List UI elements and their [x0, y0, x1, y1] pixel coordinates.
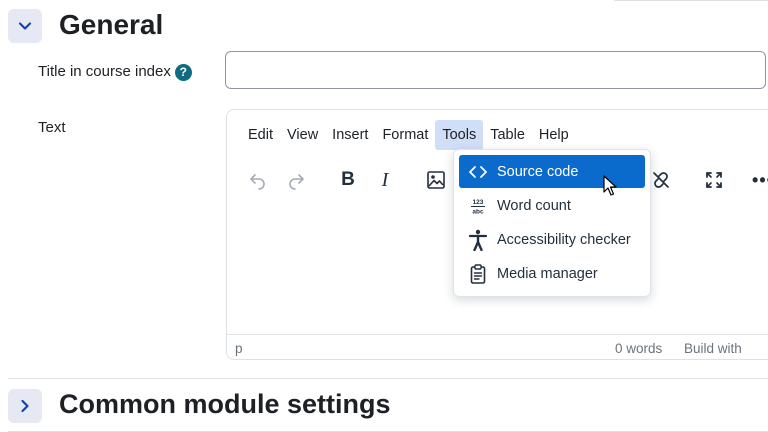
image-button[interactable]: [421, 162, 451, 198]
collapse-general-button[interactable]: [8, 9, 42, 43]
unlink-icon: [653, 172, 669, 188]
fullscreen-icon: [706, 172, 722, 188]
title-in-course-index-input[interactable]: [225, 51, 766, 89]
editor-statusbar: p 0 words Build with: [227, 334, 768, 361]
menu-help[interactable]: Help: [532, 120, 576, 150]
redo-button[interactable]: [281, 162, 311, 198]
chevron-right-icon: [21, 399, 29, 413]
tools-item-accessibility-checker[interactable]: Accessibility checker: [459, 223, 645, 256]
element-path[interactable]: p: [235, 341, 243, 356]
redo-icon: [289, 174, 304, 190]
editor-menubar: Edit View Insert Format Tools Table Help: [241, 120, 576, 150]
menu-format[interactable]: Format: [375, 120, 435, 150]
general-section-title: General: [59, 9, 164, 40]
more-tools-button[interactable]: •••: [748, 162, 768, 198]
tools-item-label: Source code: [497, 163, 579, 180]
text-field-label: Text: [38, 119, 66, 136]
tools-item-label: Word count: [497, 197, 571, 214]
word-count-status[interactable]: 0 words: [615, 341, 662, 356]
italic-button[interactable]: I: [370, 162, 400, 198]
tools-item-label: Accessibility checker: [497, 231, 631, 248]
bold-button[interactable]: B: [333, 162, 363, 198]
tools-dropdown-menu: Source code 123 abc Word count Accessibi…: [453, 149, 651, 297]
menu-insert[interactable]: Insert: [325, 120, 375, 150]
menu-edit[interactable]: Edit: [241, 120, 280, 150]
svg-text:123: 123: [473, 199, 484, 206]
fullscreen-button[interactable]: [699, 162, 729, 198]
source-code-icon: [459, 162, 497, 182]
top-divider: [614, 0, 768, 1]
menu-tools[interactable]: Tools: [435, 120, 484, 150]
title-field-label: Title in course index?: [38, 63, 192, 81]
expand-common-settings-button[interactable]: [8, 389, 42, 423]
tools-item-media-manager[interactable]: Media manager: [459, 257, 645, 290]
undo-button[interactable]: [243, 162, 273, 198]
section-divider: [8, 378, 768, 379]
svg-text:abc: abc: [472, 208, 484, 215]
menu-table[interactable]: Table: [483, 120, 532, 150]
undo-icon: [250, 174, 265, 190]
build-with-link[interactable]: Build with: [684, 341, 742, 356]
image-icon: [427, 171, 445, 189]
chevron-down-icon: [18, 22, 32, 30]
tools-item-label: Media manager: [497, 265, 598, 282]
menu-view[interactable]: View: [280, 120, 325, 150]
title-field-label-text: Title in course index: [38, 63, 171, 80]
common-section-title: Common module settings: [59, 389, 391, 419]
accessibility-icon: [459, 229, 497, 251]
word-count-icon: 123 abc: [459, 196, 497, 216]
mouse-cursor-icon: [603, 175, 617, 196]
media-manager-icon: [459, 263, 497, 285]
help-icon[interactable]: ?: [174, 63, 192, 81]
